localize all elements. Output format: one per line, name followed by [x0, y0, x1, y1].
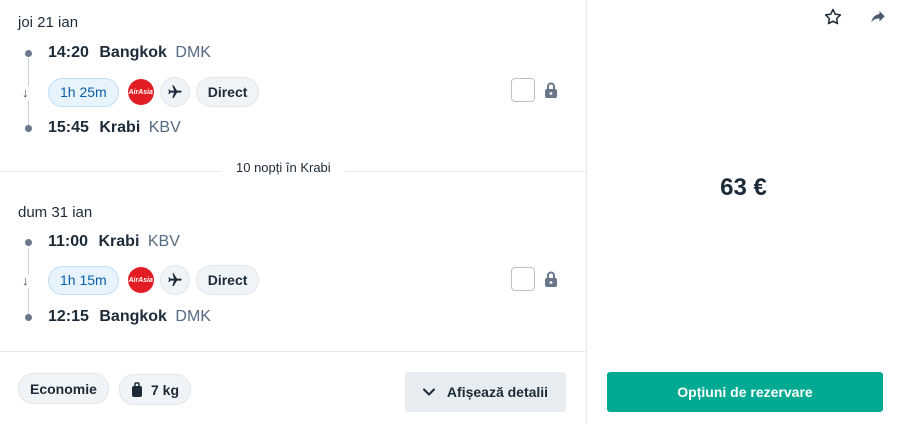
- show-details-button[interactable]: Afișează detalii: [405, 372, 566, 412]
- inbound-departure: 11:00 Krabi KBV: [48, 233, 180, 251]
- departure-time: 14:20: [48, 44, 89, 61]
- inbound-departure-dot: [25, 239, 32, 246]
- arrival-airport-code: KBV: [148, 119, 181, 136]
- departure-city: Krabi: [98, 233, 140, 250]
- inbound-arrival: 12:15 Bangkok DMK: [48, 308, 211, 326]
- arrival-airport-code: DMK: [175, 308, 211, 325]
- arrival-time: 15:45: [48, 119, 89, 136]
- bag-icon: [131, 381, 143, 398]
- favorite-button[interactable]: [822, 6, 844, 28]
- outbound-arrival-dot: [25, 125, 32, 132]
- down-arrow-icon: ↓: [22, 273, 29, 288]
- show-details-label: Afișează detalii: [446, 384, 549, 400]
- outbound-arrival: 15:45 Krabi KBV: [48, 119, 181, 137]
- duration-badge: 1h 25m: [48, 77, 119, 107]
- down-arrow-icon: ↓: [22, 85, 29, 100]
- departure-time: 11:00: [48, 233, 89, 250]
- airline-logo: AirAsia: [127, 267, 154, 293]
- select-outbound-checkbox[interactable]: [511, 78, 535, 102]
- baggage-badge: 7 kg: [119, 374, 192, 405]
- outbound-departure: 14:20 Bangkok DMK: [48, 44, 211, 62]
- share-arrow-icon: [869, 8, 887, 26]
- itinerary-card: joi 21 ian ↓ 14:20 Bangkok DMK 1h 25m Ai…: [0, 0, 899, 424]
- plane-icon: [159, 265, 190, 295]
- footer-divider: [0, 351, 587, 352]
- chevron-down-icon: [422, 388, 435, 396]
- share-button[interactable]: [867, 6, 889, 28]
- lock-icon: [543, 81, 559, 99]
- departure-airport-code: KBV: [147, 233, 180, 250]
- cabin-class-badge: Economie: [18, 373, 109, 404]
- itinerary-details: joi 21 ian ↓ 14:20 Bangkok DMK 1h 25m Ai…: [0, 0, 587, 424]
- nights-label: 10 nopți în Krabi: [222, 160, 345, 175]
- lock-icon: [543, 270, 559, 288]
- inbound-segment-info: 1h 15m AirAsia Direct: [48, 265, 260, 295]
- select-inbound-checkbox[interactable]: [511, 267, 535, 291]
- direct-badge: Direct: [195, 77, 260, 107]
- price-value: 63 €: [720, 174, 767, 201]
- inbound-date: dum 31 ian: [18, 204, 93, 221]
- duration-badge: 1h 15m: [48, 265, 119, 295]
- star-outline-icon: [823, 7, 843, 27]
- direct-badge: Direct: [195, 265, 260, 295]
- arrival-time: 12:15: [48, 308, 89, 325]
- departure-airport-code: DMK: [175, 44, 211, 61]
- booking-options-button[interactable]: Opțiuni de rezervare: [607, 372, 883, 412]
- outbound-segment-info: 1h 25m AirAsia Direct: [48, 77, 260, 107]
- plane-icon: [159, 77, 190, 107]
- baggage-weight: 7 kg: [151, 381, 180, 398]
- arrival-city: Bangkok: [99, 308, 167, 325]
- departure-city: Bangkok: [99, 44, 167, 61]
- inbound-arrival-dot: [25, 314, 32, 321]
- arrival-city: Krabi: [99, 119, 141, 136]
- outbound-date: joi 21 ian: [18, 14, 79, 31]
- outbound-departure-dot: [25, 50, 32, 57]
- price-panel: 63 € Opțiuni de rezervare: [588, 0, 899, 424]
- airline-logo: AirAsia: [127, 79, 154, 105]
